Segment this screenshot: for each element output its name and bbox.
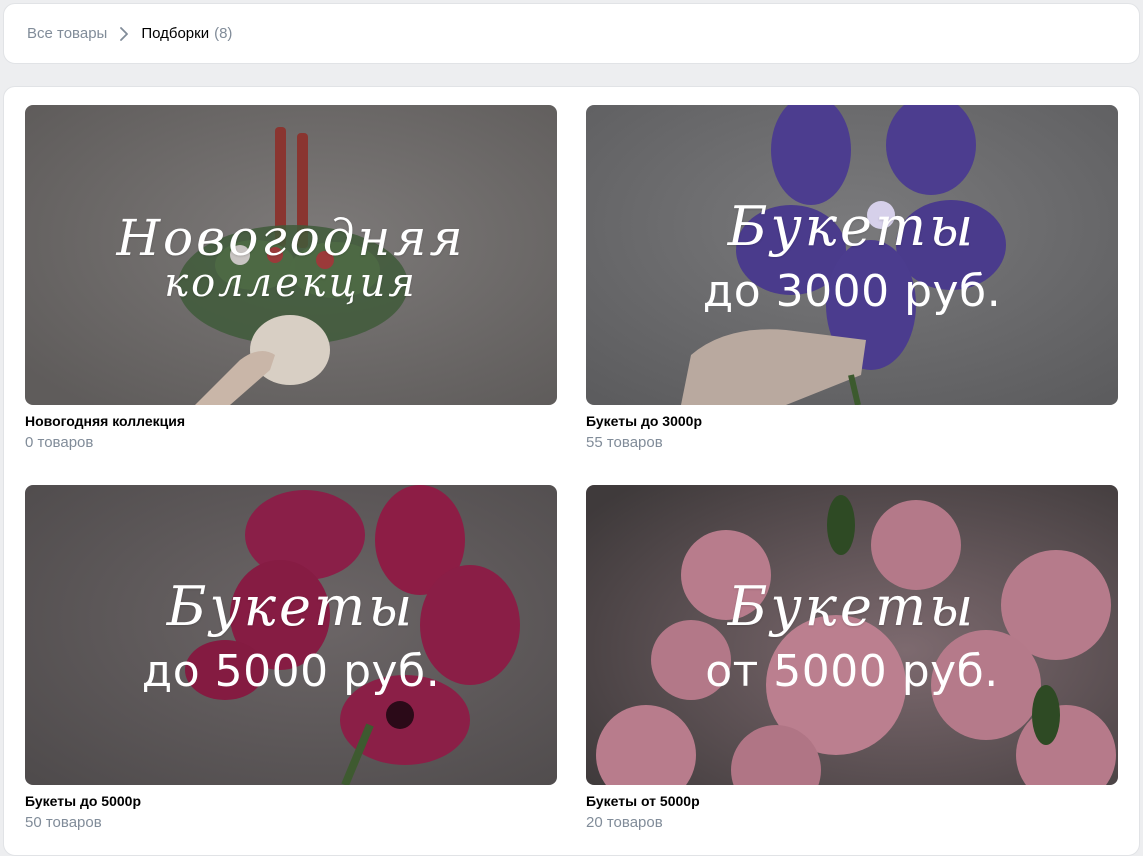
album-card-bouquets-3000[interactable]: Букеты до 3000 руб. Букеты до 3000р 55 т… [586,105,1118,453]
chevron-right-icon [120,26,129,41]
album-card-new-year[interactable]: Новогодняя коллекция Новогодняя коллекци… [25,105,557,453]
album-cover-title: Букеты [166,575,416,638]
album-cover-title: Букеты [727,195,977,258]
album-count: 0 товаров [25,434,94,451]
album-cover[interactable]: Букеты до 3000 руб. [586,105,1118,405]
album-cover-subtitle: до 5000 руб. [141,646,441,697]
album-cover-subtitle: до 3000 руб. [702,266,1002,317]
breadcrumb-all-goods-link[interactable]: Все товары [27,25,107,42]
album-title[interactable]: Новогодняя коллекция [25,412,557,430]
album-cover-subtitle: от 5000 руб. [705,646,999,697]
album-card-bouquets-5000[interactable]: Букеты до 5000 руб. Букеты до 5000р 50 т… [25,485,557,833]
album-title[interactable]: Букеты от 5000р [586,792,1118,810]
album-cover-title-line1: Новогодняя [116,209,466,267]
album-cover[interactable]: Букеты от 5000 руб. [586,485,1118,785]
albums-panel: Новогодняя коллекция Новогодняя коллекци… [3,86,1140,856]
breadcrumb: Все товары Подборки (8) [3,3,1140,64]
album-cover-title-line2: коллекция [164,260,418,306]
album-card-bouquets-from-5000[interactable]: Букеты от 5000 руб. Букеты от 5000р 20 т… [586,485,1118,833]
album-count: 55 товаров [586,434,663,451]
album-cover-title: Букеты [727,575,977,638]
breadcrumb-count: (8) [214,25,233,42]
album-title[interactable]: Букеты до 3000р [586,412,1118,430]
album-title[interactable]: Букеты до 5000р [25,792,557,810]
album-cover[interactable]: Новогодняя коллекция [25,105,557,405]
album-count: 50 товаров [25,814,102,831]
breadcrumb-current: Подборки [141,25,210,42]
album-cover[interactable]: Букеты до 5000 руб. [25,485,557,785]
album-count: 20 товаров [586,814,663,831]
